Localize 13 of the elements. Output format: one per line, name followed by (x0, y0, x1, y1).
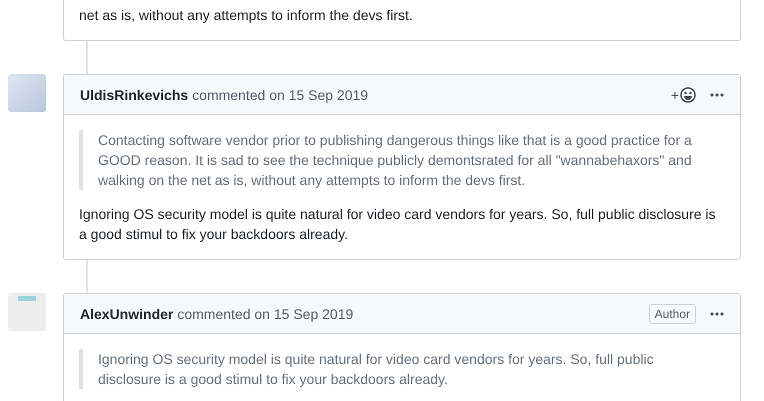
quote-text: Ignoring OS security model is quite natural for video card vendors for years. So, full public disclosure is a good stimul to fix your backdoors already. (79, 349, 725, 389)
avatar-icon (8, 293, 46, 331)
avatar-photo-placeholder (8, 74, 46, 112)
comment-text: net as is, without any attempts to inform the devs first. (79, 6, 414, 25)
more-options-icon[interactable] (710, 312, 724, 316)
author-name[interactable]: UldisRinkevichs (80, 86, 188, 102)
more-options-icon[interactable] (710, 92, 724, 96)
comment-date: commented on 15 Sep 2019 (192, 86, 370, 102)
quote-text: Contacting software vendor prior to publishing dangerous things like that is a good practice for a GOOD reason. It is sad to see the technique publicly demontsrated for all "wannabehaxors" and walking on the net as is, without any attempts to inform the devs first. (79, 130, 725, 190)
author-name[interactable]: AlexUnwinder (80, 306, 174, 322)
comment-text: Ignoring OS security model is quite natural for video card vendors for years. So, full public disclosure is a good stimul to fix your backdoors already. (79, 205, 717, 244)
author-badge: Author (648, 304, 696, 324)
comment-date: commented on 15 Sep 2019 (177, 306, 354, 322)
